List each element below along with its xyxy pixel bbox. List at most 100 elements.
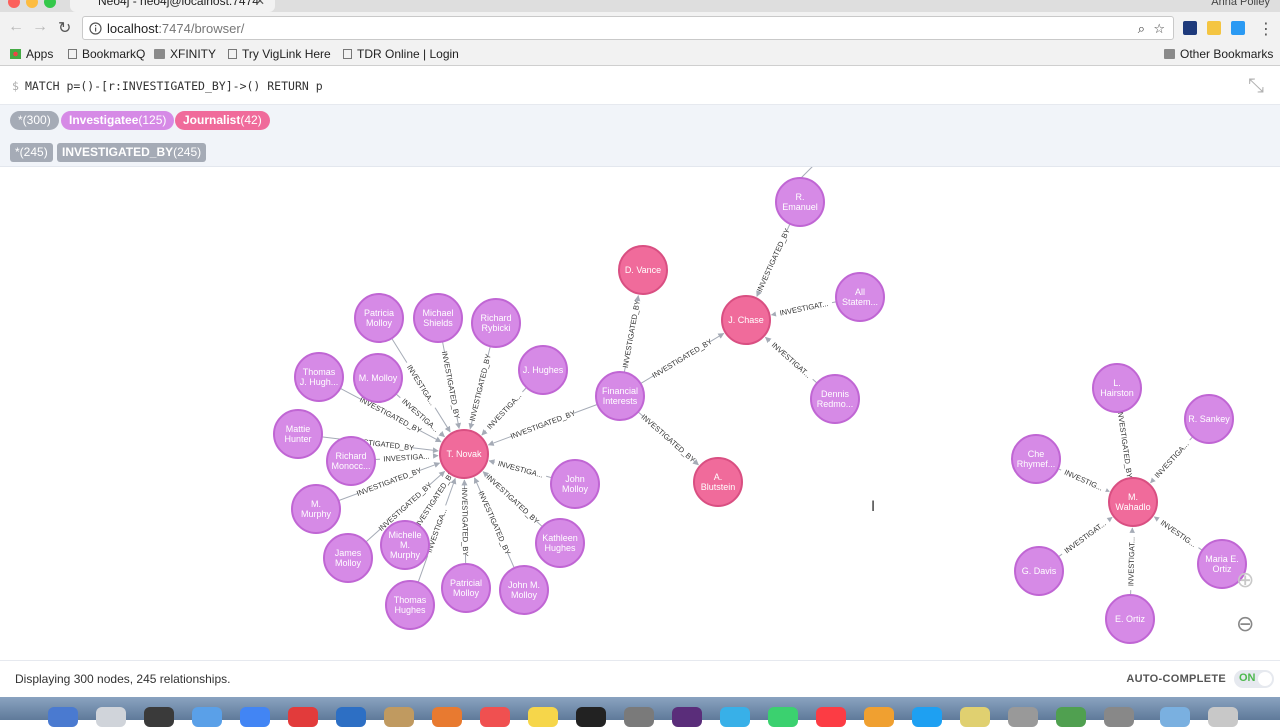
app-icon[interactable] (1056, 707, 1086, 727)
maximize-window-icon[interactable] (44, 0, 56, 8)
trash-icon[interactable] (1208, 707, 1238, 727)
legend-journalist[interactable]: Journalist(42) (175, 111, 270, 130)
app-icon[interactable] (336, 707, 366, 727)
bookmark-xfinity[interactable]: XFINITY (154, 47, 216, 61)
node-eortiz[interactable]: E. Ortiz (1105, 594, 1155, 644)
app-icon[interactable] (288, 707, 318, 727)
edge-investigated-by[interactable]: INVESTIG... (1153, 515, 1203, 552)
extension-d-icon[interactable] (1231, 21, 1245, 35)
launchpad-icon[interactable] (96, 707, 126, 727)
node-dennis[interactable]: DennisRedmo... (810, 374, 860, 424)
app-icon[interactable] (1008, 707, 1038, 727)
edge-investigated-by[interactable]: INVESTIG... (1057, 465, 1110, 495)
forward-arrow-icon[interactable]: → (32, 18, 48, 36)
edge-investigated-by[interactable]: INVESTIGATED_BY (459, 479, 471, 565)
node-blutstein[interactable]: A.Blutstein (693, 457, 743, 507)
app-icon[interactable] (144, 707, 174, 727)
edge-investigated-by[interactable]: INVESTIGA... (1150, 436, 1194, 484)
node-financial[interactable]: FinancialInterests (595, 371, 645, 421)
node-johnm[interactable]: John M.Molloy (499, 565, 549, 615)
edge-investigated-by[interactable]: INVESTIGATED_BY (755, 223, 792, 297)
bookmark-bookmarkq[interactable]: BookmarkQ (68, 47, 145, 61)
chrome-icon[interactable] (240, 707, 270, 727)
autocomplete-toggle[interactable]: ON (1234, 670, 1274, 688)
node-che[interactable]: CheRhymef... (1011, 434, 1061, 484)
node-thomasj[interactable]: ThomasJ. Hugh... (294, 352, 344, 402)
node-allstatem[interactable]: AllStatem... (835, 272, 885, 322)
legend-all-nodes[interactable]: *(300) (10, 111, 59, 130)
app-icon[interactable] (432, 707, 462, 727)
node-thomash[interactable]: ThomasHughes (385, 580, 435, 630)
query-text[interactable]: MATCH p=()-[r:INVESTIGATED_BY]->() RETUR… (25, 79, 323, 93)
edge-investigated-by[interactable]: INVESTIGATED_BY (620, 294, 643, 373)
terminal-icon[interactable] (576, 707, 606, 727)
graph-canvas[interactable]: INVESTIGA... INVESTIGATED_BY INVESTIGATED_… (0, 167, 1280, 660)
legend-investigated-by[interactable]: INVESTIGATED_BY(245) (57, 143, 207, 162)
finder-icon[interactable] (48, 707, 78, 727)
edge-investigated-by[interactable]: INVESTIGAT... (770, 297, 837, 319)
node-chase[interactable]: J. Chase (721, 295, 771, 345)
node-patricial[interactable]: PatricialMolloy (441, 563, 491, 613)
legend-all-relationships[interactable]: *(245) (10, 143, 53, 162)
extension-vee-icon[interactable] (1183, 21, 1197, 35)
address-bar[interactable]: localhost:7474/browser/ ⌕ ☆ (82, 16, 1174, 40)
edge-investigated-by[interactable]: INVESTIGA... (374, 450, 439, 465)
bookmark-viglink[interactable]: Try VigLink Here (228, 47, 331, 61)
notes-icon[interactable] (528, 707, 558, 727)
chrome-menu-icon[interactable]: ⋮ (1258, 19, 1274, 39)
node-jhughes[interactable]: J. Hughes (518, 345, 568, 395)
reload-icon[interactable]: ↻ (58, 18, 71, 38)
edge-investigated-by[interactable]: INVESTIGATED_BY (637, 411, 699, 466)
app-icon[interactable] (1104, 707, 1134, 727)
node-vance[interactable]: D. Vance (618, 245, 668, 295)
minimize-window-icon[interactable] (26, 0, 38, 8)
info-icon[interactable] (89, 22, 102, 35)
close-tab-icon[interactable]: ✕ (255, 0, 265, 8)
node-mmolloy[interactable]: M. Molloy (353, 353, 403, 403)
zoom-in-icon[interactable]: ⊕ (1236, 567, 1254, 593)
node-monocc[interactable]: RichardMonocc... (326, 436, 376, 486)
other-bookmarks[interactable]: Other Bookmarks (1164, 47, 1273, 61)
edge-investigated-by[interactable]: INVESTIGA... (488, 457, 552, 482)
safari-icon[interactable] (192, 707, 222, 727)
app-icon[interactable] (672, 707, 702, 727)
edge-investigated-by[interactable]: INVESTIGATED_BY (640, 333, 725, 385)
node-emanuel[interactable]: R.Emanuel (775, 177, 825, 227)
collapse-frame-icon[interactable]: ⤡ (1248, 75, 1264, 98)
node-hairston[interactable]: L.Hairston (1092, 363, 1142, 413)
node-mattie[interactable]: MattieHunter (273, 409, 323, 459)
profile-name[interactable]: Anna Polley (1211, 0, 1270, 8)
node-sankey[interactable]: R. Sankey (1184, 394, 1234, 444)
app-icon[interactable] (384, 707, 414, 727)
graph-svg[interactable]: INVESTIGA... INVESTIGATED_BY INVESTIGATED_… (0, 167, 1280, 660)
calendar-icon[interactable] (480, 707, 510, 727)
edge-investigated-by[interactable]: INVESTIGAT... (1058, 516, 1113, 559)
close-window-icon[interactable] (8, 0, 20, 8)
node-novak[interactable]: T. Novak (439, 429, 489, 479)
bookmark-tdr-online[interactable]: TDR Online | Login (343, 47, 459, 61)
node-mmurphy[interactable]: M.Murphy (291, 484, 341, 534)
node-wahadlo[interactable]: M.Wahadlo (1108, 477, 1158, 527)
node-rybicki[interactable]: RichardRybicki (471, 298, 521, 348)
edge-investigated-by[interactable]: INVESTIGATED_BY (439, 341, 462, 430)
back-arrow-icon[interactable]: ← (8, 18, 24, 36)
edge-investigated-by[interactable]: INVESTIGAT... (764, 336, 818, 384)
zoom-out-icon[interactable]: ⊖ (1236, 611, 1254, 637)
edge-investigated-by[interactable]: INVESTIGATED_BY (1115, 409, 1135, 479)
bookmark-star-icon[interactable]: ☆ (1153, 21, 1165, 37)
messages-icon[interactable] (768, 707, 798, 727)
app-store-icon[interactable] (912, 707, 942, 727)
node-gdavis[interactable]: G. Davis (1014, 546, 1064, 596)
node-michelle[interactable]: MichelleM.Murphy (380, 520, 430, 570)
downloads-folder-icon[interactable] (1160, 707, 1190, 727)
edge-investigated-by[interactable]: INVESTIGATED_BY (467, 346, 493, 430)
query-line[interactable]: $ MATCH p=()-[r:INVESTIGATED_BY]->() RETU… (12, 79, 323, 93)
query-editor[interactable]: $ MATCH p=()-[r:INVESTIGATED_BY]->() RETU… (0, 67, 1280, 105)
url-text[interactable]: localhost:7474/browser/ (107, 21, 244, 36)
edge-investigated-by[interactable] (799, 167, 822, 180)
bookmark-apps[interactable]: Apps (10, 47, 53, 61)
node-john[interactable]: JohnMolloy (550, 459, 600, 509)
app-icon[interactable] (720, 707, 750, 727)
node-michael[interactable]: MichaelShields (413, 293, 463, 343)
node-james[interactable]: JamesMolloy (323, 533, 373, 583)
